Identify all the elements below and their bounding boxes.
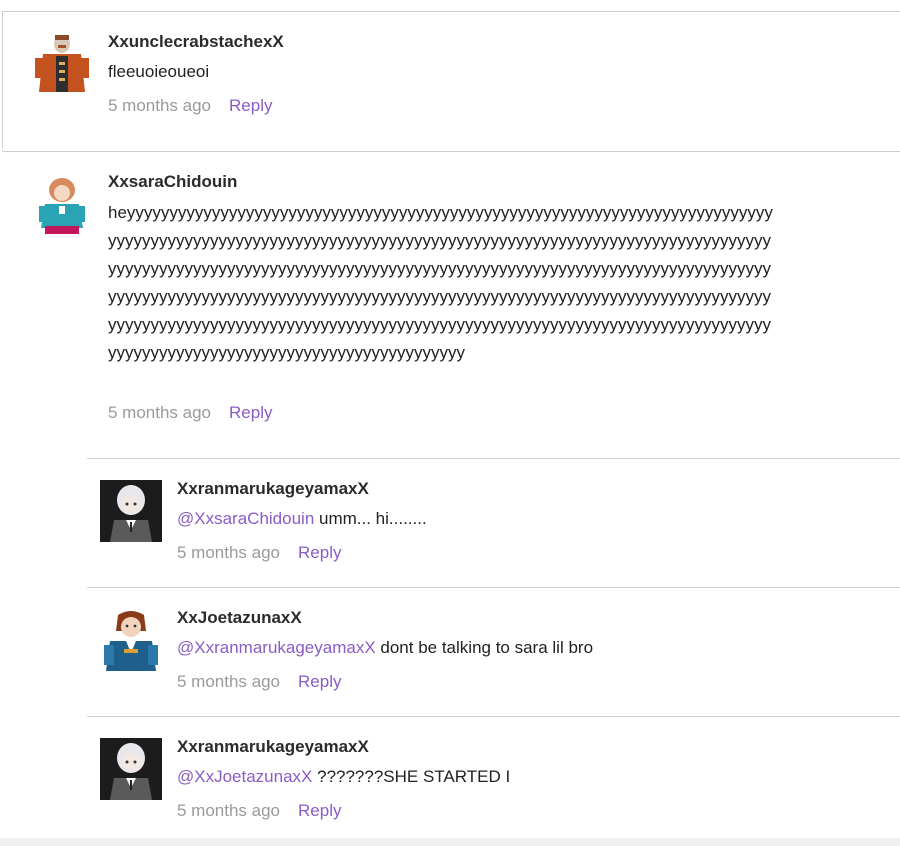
comment-meta: 5 months ago Reply [108, 403, 272, 423]
ranmaru-avatar-icon[interactable] [100, 738, 162, 800]
reply-text: @XxJoetazunaxX ???????SHE STARTED I [177, 763, 510, 791]
reply-message: dont be talking to sara lil bro [375, 638, 594, 657]
mention-link[interactable]: @XxsaraChidouin [177, 509, 314, 528]
timestamp: 5 months ago [177, 543, 281, 562]
reply-meta: 5 months ago Reply [177, 801, 341, 821]
divider [87, 587, 900, 588]
divider [2, 11, 900, 12]
timestamp: 5 months ago [177, 672, 281, 691]
reply-text: @XxranmarukageyamaxX dont be talking to … [177, 634, 593, 662]
bottom-edge [0, 838, 900, 846]
username[interactable]: XxranmarukageyamaxX [177, 737, 369, 757]
reply-text: @XxsaraChidouin umm... hi........ [177, 505, 427, 533]
reply-meta: 5 months ago Reply [177, 543, 341, 563]
reply-message: ???????SHE STARTED I [312, 767, 511, 786]
ranmaru-avatar-icon[interactable] [100, 480, 162, 542]
timestamp: 5 months ago [177, 801, 281, 820]
comment-text: fleeuoieoueoi [108, 62, 210, 81]
joe-avatar-icon[interactable] [100, 609, 162, 671]
uncle-crab-avatar-icon[interactable] [31, 32, 93, 94]
username[interactable]: XxranmarukageyamaxX [177, 479, 369, 499]
reply-button[interactable]: Reply [229, 403, 272, 422]
reply-meta: 5 months ago Reply [177, 672, 341, 692]
reply-button[interactable]: Reply [298, 801, 341, 820]
username[interactable]: XxJoetazunaxX [177, 608, 302, 628]
reply-button[interactable]: Reply [229, 96, 272, 115]
username[interactable]: XxunclecrabstachexX [108, 32, 284, 52]
divider [87, 716, 900, 717]
left-border [2, 12, 3, 148]
timestamp: 5 months ago [108, 96, 212, 115]
sara-avatar-icon[interactable] [31, 176, 93, 238]
comment-text: heyyyyyyyyyyyyyyyyyyyyyyyyyyyyyyyyyyyyyy… [108, 203, 773, 362]
reply-message: umm... hi........ [314, 509, 427, 528]
comment-meta: 5 months ago Reply [108, 96, 272, 116]
divider [87, 458, 900, 459]
reply-button[interactable]: Reply [298, 672, 341, 691]
reply-button[interactable]: Reply [298, 543, 341, 562]
mention-link[interactable]: @XxJoetazunaxX [177, 767, 312, 786]
divider [2, 151, 900, 152]
mention-link[interactable]: @XxranmarukageyamaxX [177, 638, 376, 657]
username[interactable]: XxsaraChidouin [108, 172, 237, 192]
comments-page: XxunclecrabstachexX fleeuoieoueoi 5 mont… [0, 0, 900, 846]
timestamp: 5 months ago [108, 403, 212, 422]
